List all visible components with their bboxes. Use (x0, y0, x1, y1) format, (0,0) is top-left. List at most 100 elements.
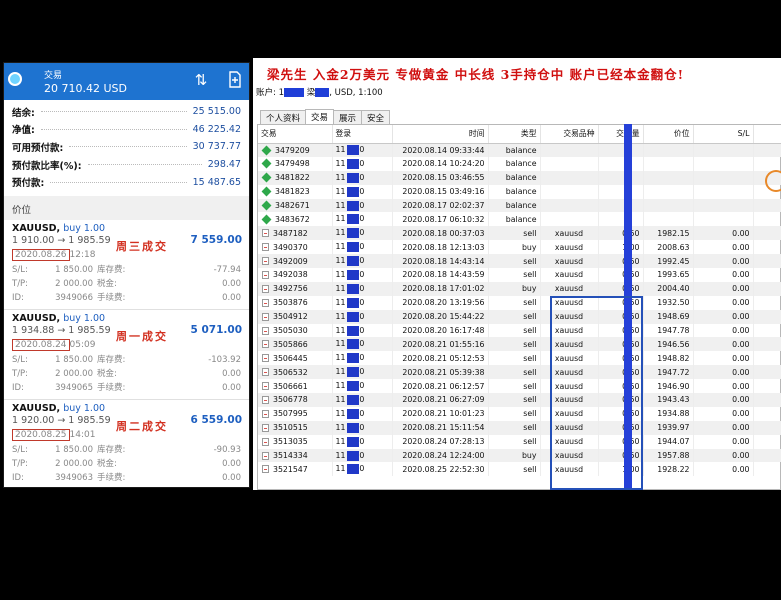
table-row[interactable]: 3521547 11 0 2020.08.25 22:52:30 sell xauusd 1… (258, 462, 781, 477)
table-row[interactable]: 35066611102020.08.21 06:12:57sellxauusd0… (258, 379, 781, 394)
symbol-cell: xauusd (540, 379, 599, 394)
price-cell: 1993.65 (643, 268, 694, 282)
sl-cell: 0.00 (693, 226, 754, 241)
ticket-number: 3514334 (273, 451, 308, 461)
symbol-cell: xauusd (540, 434, 599, 449)
ticket-cell: 3481822 (258, 170, 333, 185)
time-cell: 2020.08.20 15:44:22 (392, 309, 489, 324)
type-cell: sell (488, 393, 541, 407)
price-cell: 1934.88 (643, 406, 694, 421)
time-cell: 2020.08.14 10:24:20 (392, 156, 489, 171)
position-details: S/L: 1 850.00 库存费: -90.93 T/P: 2 000.00 税金: 0.0… (12, 443, 241, 485)
tab-2[interactable]: 展示 (333, 110, 363, 124)
table-row[interactable]: 35064451102020.08.21 05:12:53sellxauusd0… (258, 351, 781, 366)
column-header[interactable]: 交易 (258, 125, 333, 144)
position-item[interactable]: XAUUSD, buy 1.00 1 920.00 → 1 985.59 6 559… (4, 400, 249, 487)
table-row[interactable]: 35079951102020.08.21 10:01:23sellxauusd0… (258, 406, 781, 421)
table-row[interactable]: 35038761102020.08.20 13:19:56sellxauusd0… (258, 295, 781, 310)
column-header[interactable]: T (753, 125, 781, 144)
redacted-login (347, 394, 360, 405)
login-visible: 11 (335, 186, 346, 196)
t-cell: 1980 (753, 226, 781, 241)
login-end: 0 (359, 214, 365, 224)
column-header[interactable]: 交易量 (598, 125, 644, 144)
handwritten-note: 周三成交 (116, 239, 168, 253)
price-cell: 1946.56 (643, 337, 694, 352)
type-cell: sell (488, 323, 541, 338)
column-header[interactable]: 时间 (392, 125, 489, 144)
table-row[interactable]: 35058661102020.08.21 01:55:16sellxauusd0… (258, 337, 781, 352)
trades-table-container[interactable]: 交易登录时间类型交易品种交易量价位S/LT 3479209 11 0 2020.08.… (257, 124, 781, 490)
detail-label: 手续费: (97, 382, 126, 393)
redacted-login (347, 381, 360, 392)
balance-icon (261, 145, 272, 156)
redacted-login (347, 367, 360, 378)
column-header[interactable]: 价位 (643, 125, 694, 144)
table-row[interactable]: 35065321102020.08.21 05:39:38sellxauusd0… (258, 365, 781, 380)
position-item[interactable]: XAUUSD, buy 1.00 1 910.00 → 1 985.59 7 559… (4, 220, 249, 310)
ticket-number: 3482671 (275, 201, 310, 210)
detail-value: 3949065 (55, 382, 93, 393)
table-row[interactable]: 35130351102020.08.24 07:28:13sellxauusd0… (258, 434, 781, 449)
login-visible: 11 (335, 283, 346, 293)
volume-cell (598, 143, 644, 157)
column-header[interactable]: 交易品种 (540, 125, 599, 144)
t-cell: 0 (753, 351, 781, 366)
column-header[interactable]: 登录 (332, 125, 393, 144)
table-row[interactable]: 3481822 11 0 2020.08.15 03:46:55 balance (258, 170, 781, 185)
table-row[interactable]: 34920381102020.08.18 14:43:59sellxauusd0… (258, 268, 781, 282)
login-end: 0 (359, 228, 365, 238)
table-row[interactable]: 3483672 11 0 2020.08.17 06:10:32 balance (258, 212, 781, 227)
symbol-cell (540, 170, 599, 185)
tab-0[interactable]: 个人资料 (260, 110, 307, 124)
column-header[interactable]: 类型 (488, 125, 541, 144)
account-row-value: 15 487.65 (192, 176, 241, 188)
t-cell: 0 (753, 295, 781, 310)
detail-value: 2 000.00 (55, 458, 93, 469)
t-cell: 2010 (753, 240, 781, 255)
login-cell: 11 0 (332, 268, 393, 282)
table-row[interactable]: 34920091102020.08.18 14:43:14sellxauusd0… (258, 254, 781, 269)
table-row[interactable]: 35105151102020.08.21 15:11:54sellxauusd0… (258, 420, 781, 435)
table-row[interactable]: 34871821102020.08.18 00:37:03sellxauusd0… (258, 226, 781, 241)
type-cell: sell (488, 337, 541, 352)
header-title: 交易 (44, 71, 63, 81)
table-row[interactable]: 3479498 11 0 2020.08.14 10:24:20 balance (258, 156, 781, 171)
table-row[interactable]: 3479209 11 0 2020.08.14 09:33:44 balance (258, 143, 781, 157)
ticket-cell: 3514334 (258, 448, 333, 463)
ticket-number: 3479498 (275, 159, 310, 169)
ticket-cell: 3506532 (258, 365, 333, 380)
ticket-wrap: 3506532 (261, 368, 329, 377)
table-row[interactable]: 35049121102020.08.20 15:44:22sellxauusd0… (258, 309, 781, 324)
table-row[interactable]: 35143341102020.08.24 12:24:00buyxauusd0.… (258, 448, 781, 463)
mt5-mobile-trade-screen: 交易 20 710.42 USD ⇅ 结余: 25 515.00 净值: 46 225… (3, 62, 250, 488)
tab-1[interactable]: 交易 (305, 109, 335, 125)
table-row[interactable]: 35050301102020.08.20 16:17:48sellxauusd0… (258, 323, 781, 338)
sort-icon[interactable]: ⇅ (192, 71, 210, 89)
login-end: 0 (359, 200, 365, 210)
table-row[interactable]: 34927561102020.08.18 17:01:02buyxauusd0.… (258, 281, 781, 296)
account-row: 预付款比率(%): 298.47 (12, 156, 241, 174)
table-row[interactable]: 3482671 11 0 2020.08.17 02:02:37 balance (258, 198, 781, 213)
price-cell (643, 143, 694, 157)
redacted-login (347, 353, 360, 364)
volume-cell (598, 156, 644, 171)
redacted-login (347, 450, 360, 461)
app-logo-icon[interactable] (8, 72, 22, 86)
position-symbol-line: XAUUSD, buy 1.00 (12, 313, 241, 324)
position-item[interactable]: XAUUSD, buy 1.00 1 934.88 → 1 985.59 5 071… (4, 310, 249, 400)
column-header[interactable]: S/L (693, 125, 754, 144)
table-row[interactable]: 3481823 11 0 2020.08.15 03:49:16 balance (258, 184, 781, 199)
login-end: 0 (359, 283, 365, 293)
new-order-icon[interactable] (226, 71, 244, 89)
login-visible: 11 (335, 256, 346, 266)
position-side: buy 1.00 (63, 222, 106, 234)
table-row[interactable]: 3490370 11 0 2020.08.18 12:13:03buyxauusd1.… (258, 240, 781, 255)
ticket-number: 3483672 (275, 214, 310, 224)
table-row[interactable]: 35067781102020.08.21 06:27:09sellxauusd0… (258, 393, 781, 407)
sl-cell: 0.00 (693, 268, 754, 282)
tab-3[interactable]: 安全 (361, 110, 391, 124)
ticket-number: 3481822 (275, 173, 310, 183)
position-symbol-line: XAUUSD, buy 1.00 (12, 403, 241, 414)
volume-cell: 0.50 (598, 268, 644, 282)
